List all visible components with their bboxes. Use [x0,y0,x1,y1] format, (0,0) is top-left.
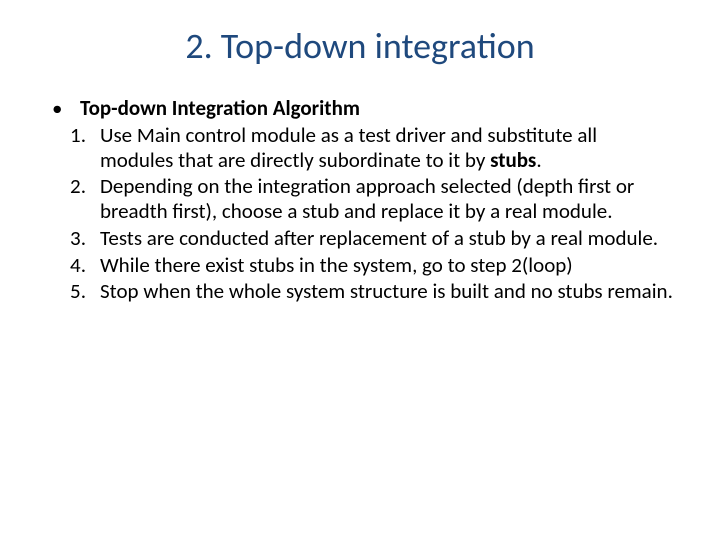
list-text: Tests are conducted after replacement of… [100,226,674,251]
list-item: 5. Stop when the whole system structure … [46,279,674,304]
intro-bullet: • Top-down Integration Algorithm [46,96,674,121]
list-text: Depending on the integration approach se… [100,174,674,224]
list-text: While there exist stubs in the system, g… [100,253,674,278]
slide: 2. Top-down integration • Top-down Integ… [0,0,720,540]
list-number: 1. [46,123,100,148]
list-number: 3. [46,226,100,251]
list-number: 5. [46,279,100,304]
list-number: 2. [46,174,100,199]
list-item: 1. Use Main control module as a test dri… [46,123,674,173]
bullet-dot-icon: • [46,96,80,121]
list-text: Use Main control module as a test driver… [100,123,674,173]
list-item: 4. While there exist stubs in the system… [46,253,674,278]
intro-text: Top-down Integration Algorithm [80,96,674,121]
list-number: 4. [46,253,100,278]
slide-title: 2. Top-down integration [46,24,674,68]
content-area: • Top-down Integration Algorithm 1. Use … [46,96,674,304]
list-item: 3. Tests are conducted after replacement… [46,226,674,251]
list-item: 2. Depending on the integration approach… [46,174,674,224]
list-text: Stop when the whole system structure is … [100,279,674,304]
